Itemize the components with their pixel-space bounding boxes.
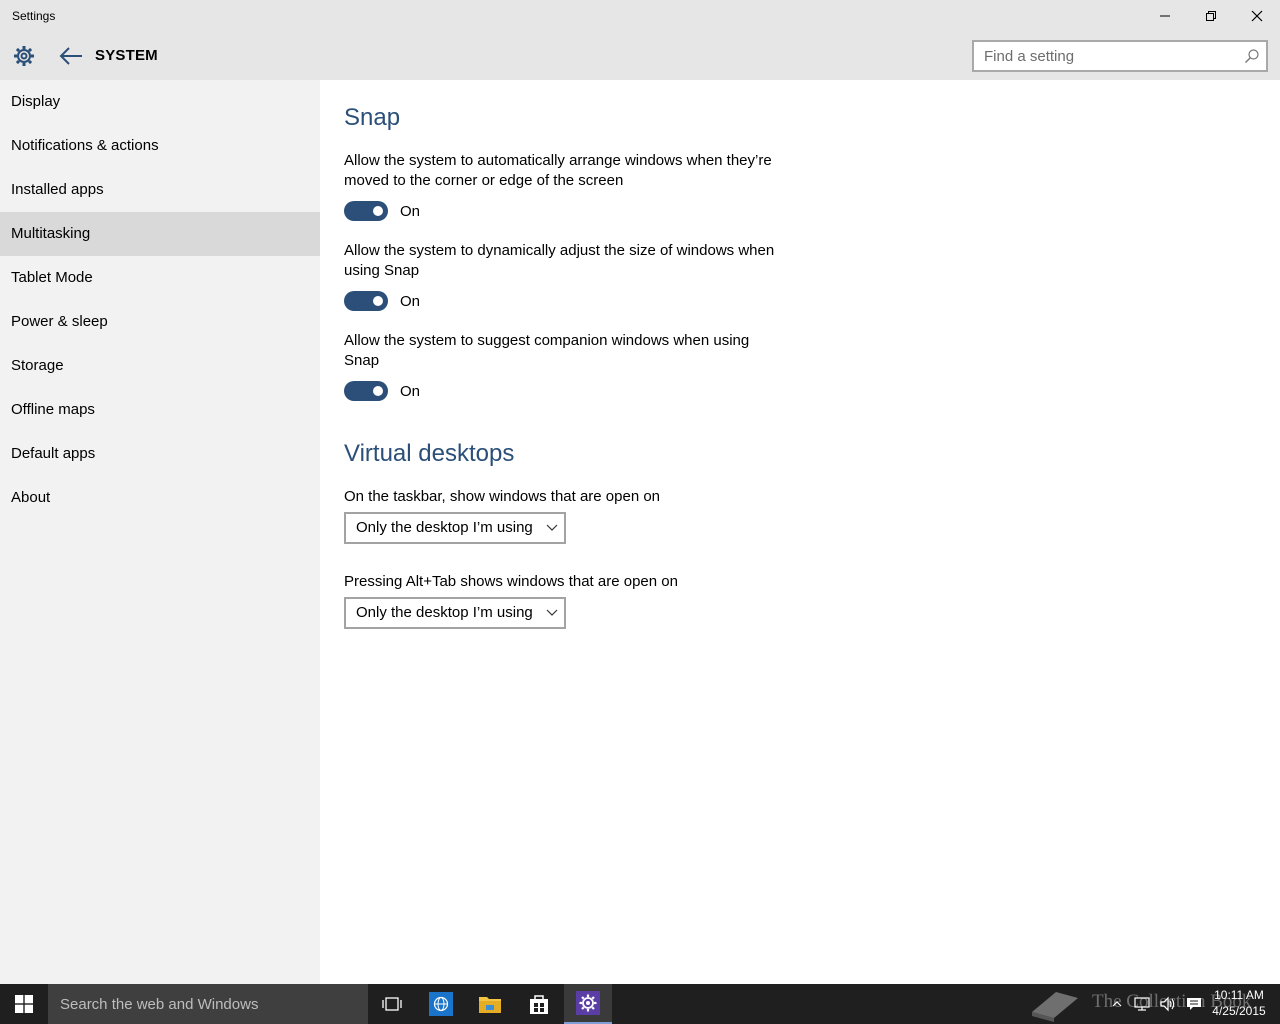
restore-button[interactable] [1188,0,1234,32]
taskbar-file-explorer-app[interactable] [466,984,514,1024]
settings-header: SYSTEM [0,32,1280,80]
toggle-knob [373,296,383,306]
store-bag-icon [530,995,548,1014]
page-title: SYSTEM [95,47,158,64]
network-button[interactable] [1130,984,1154,1024]
taskbar-search-input[interactable] [48,984,348,1024]
minimize-icon [1160,15,1170,17]
alttab-windows-dropdown[interactable]: Only the desktop I’m using [344,597,566,629]
toggle-knob [373,206,383,216]
toggle-knob [373,386,383,396]
sidebar-item-tablet-mode[interactable]: Tablet Mode [0,256,320,300]
start-button[interactable] [0,984,48,1024]
volume-button[interactable] [1156,984,1180,1024]
sidebar-item-display[interactable]: Display [0,80,320,124]
snap-setting-1-description: Allow the system to automatically arrang… [344,152,772,189]
minimize-button[interactable] [1142,0,1188,32]
snap-setting-3-description: Allow the system to suggest companion wi… [344,332,750,369]
taskbar: The Collection Book 10:11 AM 4/25/2015 [0,984,1280,1024]
taskbar-windows-dropdown[interactable]: Only the desktop I’m using [344,512,566,544]
chevron-down-icon [546,609,558,616]
show-hidden-icons-button[interactable] [1108,984,1126,1024]
sidebar: Display Notifications & actions Installe… [0,80,320,984]
sidebar-item-about[interactable]: About [0,476,320,520]
snap-setting-1-toggle[interactable] [344,201,388,221]
snap-setting-2-description: Allow the system to dynamically adjust t… [344,242,775,279]
clock-time: 10:11 AM [1214,988,1264,1002]
clock[interactable]: 10:11 AM 4/25/2015 [1210,987,1268,1019]
taskbar-settings-app[interactable] [564,984,612,1024]
alttab-windows-value: Only the desktop I’m using [356,604,533,621]
snap-setting-3-toggle[interactable] [344,381,388,401]
message-icon [1187,998,1201,1010]
find-setting-input[interactable] [974,42,1224,70]
window-title: Settings [12,9,56,23]
snap-setting-1-state: On [400,203,421,220]
search-icon[interactable] [1244,48,1260,64]
snap-heading: Snap [344,104,401,131]
alttab-windows-label: Pressing Alt+Tab shows windows that are … [344,573,678,590]
sidebar-item-notifications[interactable]: Notifications & actions [0,124,320,168]
main-content: Snap Allow the system to automatically a… [320,80,1280,984]
gear-icon[interactable] [12,44,36,68]
sidebar-item-default-apps[interactable]: Default apps [0,432,320,476]
sidebar-item-storage[interactable]: Storage [0,344,320,388]
sidebar-item-installed-apps[interactable]: Installed apps [0,168,320,212]
snap-setting-2-toggle[interactable] [344,291,388,311]
virtual-desktops-heading: Virtual desktops [344,440,515,467]
sidebar-item-multitasking[interactable]: Multitasking [0,212,320,256]
action-center-button[interactable] [1182,984,1206,1024]
taskbar-windows-value: Only the desktop I’m using [356,519,533,536]
browser-icon [429,992,453,1016]
snap-setting-3-state: On [400,383,421,400]
taskbar-store-app[interactable] [515,984,563,1024]
taskbar-windows-label: On the taskbar, show windows that are op… [344,488,661,505]
close-icon [1251,10,1263,22]
find-setting-box[interactable] [972,40,1268,72]
task-view-icon [382,997,402,1011]
back-arrow-icon[interactable] [58,44,84,68]
task-view-button[interactable] [368,984,416,1024]
folder-icon [479,997,501,1013]
speaker-icon [1160,996,1175,1012]
clock-date: 4/25/2015 [1212,1004,1266,1018]
sidebar-item-offline-maps[interactable]: Offline maps [0,388,320,432]
title-bar: Settings [0,0,1280,32]
settings-gear-icon [576,991,600,1015]
close-button[interactable] [1234,0,1280,32]
chevron-up-icon [1112,1001,1122,1007]
taskbar-search-box[interactable] [48,984,368,1024]
network-icon [1134,997,1150,1011]
taskbar-browser-app[interactable] [417,984,465,1024]
chevron-down-icon [546,524,558,531]
windows-logo-icon [15,995,33,1013]
sidebar-item-power-sleep[interactable]: Power & sleep [0,300,320,344]
snap-setting-2-state: On [400,293,421,310]
book-logo-icon [1032,992,1078,1022]
restore-icon [1206,11,1216,21]
